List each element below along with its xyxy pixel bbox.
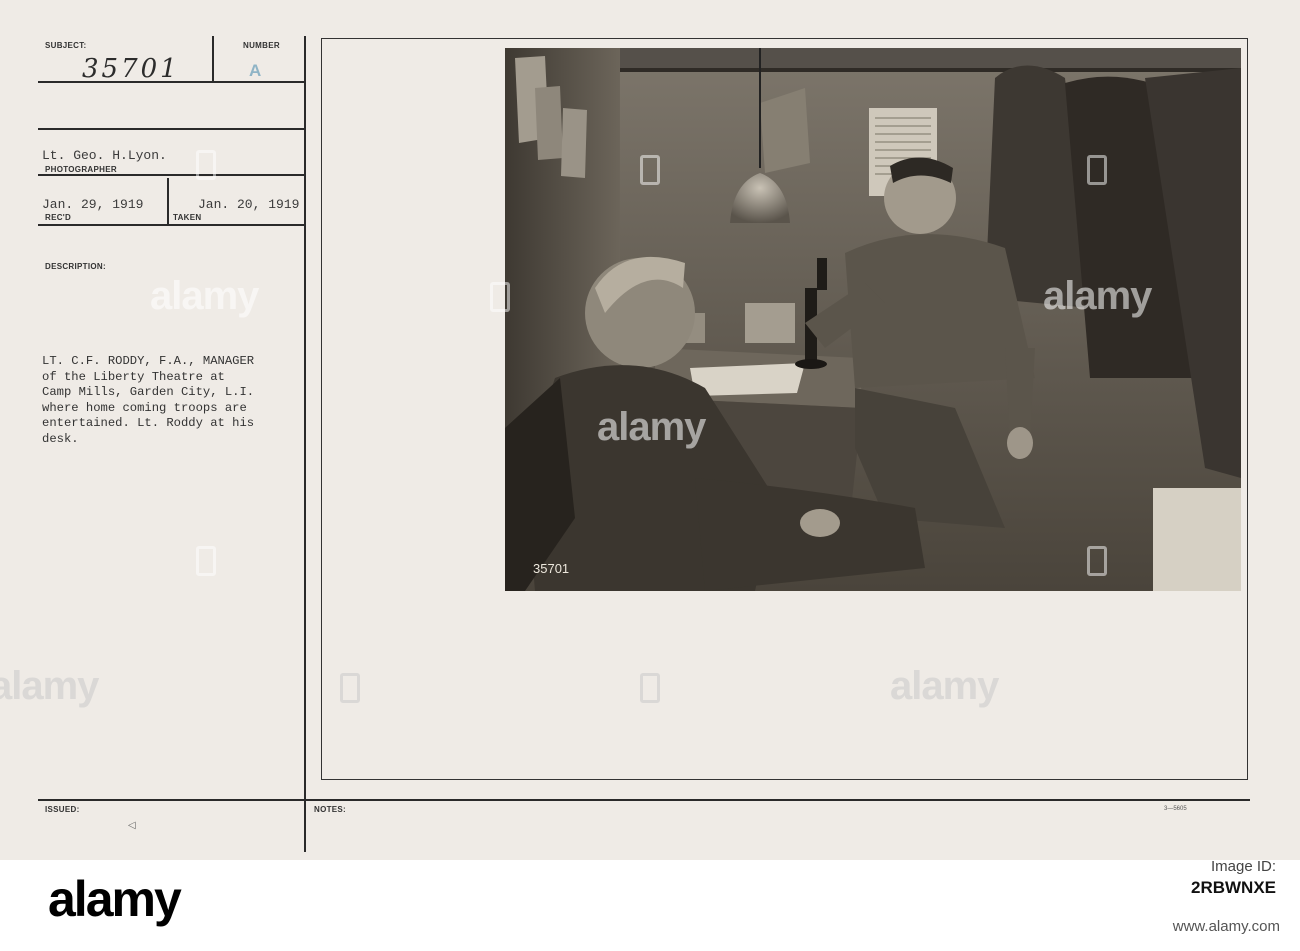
issued-label: ISSUED: <box>45 805 80 814</box>
photographer-top-rule <box>38 128 304 130</box>
received-label: REC'D <box>45 213 72 222</box>
description-line: desk. <box>42 431 79 446</box>
watermark: alamy <box>150 274 259 318</box>
subject-number: 35701 <box>82 54 180 84</box>
watermark: alamy <box>1043 274 1152 318</box>
watermark: alamy <box>597 405 706 449</box>
footer-rule <box>38 799 1250 801</box>
image-id-label: Image ID: <box>1210 858 1276 875</box>
watermark-mark <box>340 673 360 703</box>
photograph: 35701 <box>505 48 1241 591</box>
form-number: 3—5605 <box>1164 806 1187 812</box>
taken-label: TAKEN <box>173 213 202 222</box>
received-date: Jan. 29, 1919 <box>42 197 144 212</box>
description-label: DESCRIPTION: <box>45 262 106 271</box>
photographer-rule <box>38 174 304 176</box>
watermark-mark <box>196 150 216 180</box>
issued-triangle-icon: ◁ <box>128 820 136 831</box>
watermark-mark <box>640 673 660 703</box>
dates-rule <box>38 224 304 226</box>
watermark: alamy <box>890 664 999 708</box>
photographer-value: Lt. Geo. H.Lyon. <box>42 148 167 163</box>
notes-label: NOTES: <box>314 805 347 814</box>
image-id: 2RBWNXE <box>1190 878 1276 897</box>
description-line: Camp Mills, Garden City, L.I. <box>42 385 255 399</box>
photographer-label: PHOTOGRAPHER <box>45 165 117 174</box>
taken-date: Jan. 20, 1919 <box>198 197 300 212</box>
watermark-mark <box>196 546 216 576</box>
photo-negative-number: 35701 <box>533 561 569 576</box>
dates-divider <box>167 178 169 224</box>
watermark-mark <box>640 155 660 185</box>
number-value: A <box>249 61 262 80</box>
description-line: of the Liberty Theatre at <box>42 369 225 384</box>
subject-divider <box>212 36 214 82</box>
description-text: LT. C.F. RODDY, F.A., MANAGER of the Lib… <box>42 354 322 447</box>
description-line: entertained. Lt. Roddy at his <box>42 416 255 430</box>
number-label: NUMBER <box>243 41 280 50</box>
watermark: alamy <box>0 664 99 708</box>
archive-photo-card: SUBJECT: NUMBER 35701 A Lt. Geo. H.Lyon.… <box>0 0 1300 860</box>
description-line: where home coming troops are <box>42 400 247 415</box>
subject-label: SUBJECT: <box>45 41 87 50</box>
alamy-logo[interactable]: alamy <box>48 870 182 928</box>
watermark-mark <box>1087 155 1107 185</box>
watermark-mark <box>490 282 510 312</box>
alamy-url[interactable]: www.alamy.com <box>1030 918 1280 935</box>
description-line: LT. C.F. RODDY, F.A., MANAGER <box>42 354 255 368</box>
watermark-mark <box>1087 546 1107 576</box>
